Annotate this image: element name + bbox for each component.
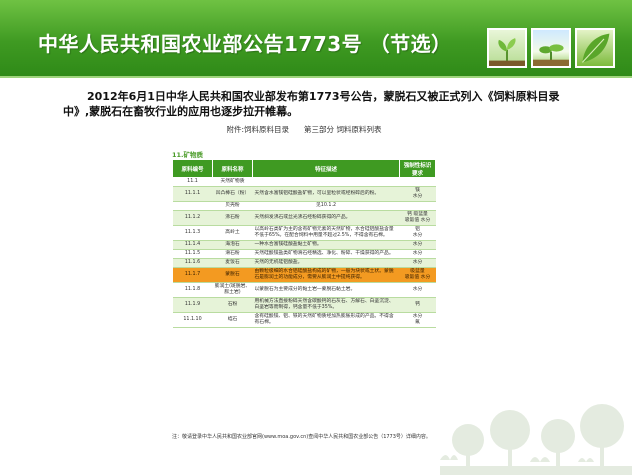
cell-requirement: 水分 氟 xyxy=(399,312,436,328)
cell-name: 蛭石 xyxy=(212,312,253,328)
cell-name: 海泡石 xyxy=(212,240,253,250)
cell-description: 天然硅酸镁盐类矿物滑石经精选、净化、粉碎、干燥获得的产品。 xyxy=(252,249,400,259)
cell-code xyxy=(172,201,213,211)
cell-code: 11.1.2 xyxy=(172,210,213,226)
cell-code: 11.1.10 xyxy=(172,312,213,328)
table-row: 11.1.3 高岭土 以高岭石类矿为主的含有矿物元素的天然矿物，水合硅铝酸盐含量不低… xyxy=(172,225,436,241)
table-row: 11.1.4 海泡石 一种水合富镁硅酸盐黏土矿物。 水分 xyxy=(172,240,436,250)
cell-name: 蒙脱石 xyxy=(212,267,253,283)
table-row: 贝壳粉 见10.1.2 xyxy=(172,201,436,211)
page-title: 中华人民共和国农业部公告1773号 （节选） xyxy=(38,32,452,56)
cell-requirement: 吸蓝量 吸氨值 水分 xyxy=(399,267,436,283)
cell-description: 见10.1.2 xyxy=(252,201,400,211)
document-heading: 附件:饲料原料目录 第三部分 饲料原料列表 xyxy=(226,125,382,134)
intro-paragraph: 2012年6月1日中华人民共和国农业部发布第1773号公告，蒙脱石又被正式列入《… xyxy=(63,90,560,118)
cell-name: 沸石粉 xyxy=(212,210,253,226)
sprout-photo-icon xyxy=(487,28,527,68)
leaf-photo-icon xyxy=(575,28,615,68)
table-row: 11.1.5 滑石粉 天然硅酸镁盐类矿物滑石经精选、净化、粉碎、干燥获得的产品。 水分 xyxy=(172,249,436,259)
cell-description xyxy=(252,177,400,187)
cell-code: 11.1.1 xyxy=(172,186,213,202)
cell-requirement: 铝 水分 xyxy=(399,225,436,241)
cell-code: 11.1.9 xyxy=(172,297,213,313)
table-row: 11.1.1 凹凸棒石（粉） 天然含水富镁铝硅酸盐矿物，可以呈粒状或经粉碎后的粉。镁… xyxy=(172,186,436,202)
cell-name: 天然矿物质 xyxy=(212,177,253,187)
cell-description: 用机械方法直接粉碎天然含碳酸钙的石灰石、方解石、白垩沉淀、白垩岩等而制得，钙含量… xyxy=(252,297,400,313)
table-header-row: 原料编号 原料名称 特征描述 强制性标识要求 xyxy=(172,159,436,178)
cell-description: 天然含水富镁铝硅酸盐矿物，可以呈粒状或经粉碎后的粉。 xyxy=(252,186,400,202)
seedling-photo-icon xyxy=(531,28,571,68)
table-row: 11.1.2 沸石粉 天然斜发沸石或丝光沸石经粉碎获得的产品。钙 吸蓝量 吸氨值 水… xyxy=(172,210,436,226)
cell-code: 11.1 xyxy=(172,177,213,187)
cell-code: 11.1.4 xyxy=(172,240,213,250)
cell-code: 11.1.3 xyxy=(172,225,213,241)
table-row: 11.1.8 膨润土(斑脱岩、膨土岩) 以蒙脱石为主要成分的黏土岩一蒙脱石黏土岩。水… xyxy=(172,282,436,298)
cell-description: 以高岭石类矿为主的含有矿物元素的天然矿物，水合硅铝酸盐含量不低于65%。在配合饲… xyxy=(252,225,400,241)
table-row: 11.1.10 蛭石 含有硅酸镁、铝、铁的天然矿物质经加热膨胀形成的产品。不得含有石… xyxy=(172,312,436,328)
cell-requirement: 钙 吸蓝量 吸氨值 水分 xyxy=(399,210,436,226)
cell-requirement: 钙 xyxy=(399,297,436,313)
cell-code: 11.1.6 xyxy=(172,258,213,268)
cell-description: 一种水合富镁硅酸盐黏土矿物。 xyxy=(252,240,400,250)
cell-code: 11.1.5 xyxy=(172,249,213,259)
cell-requirement: 水分 xyxy=(399,282,436,298)
document-image: 附件:饲料原料目录 第三部分 饲料原料列表 11.矿物质 原料编号 原料名称 特… xyxy=(166,121,442,462)
cell-name: 麦饭石 xyxy=(212,258,253,268)
cell-description: 以蒙脱石为主要成分的黏土岩一蒙脱石黏土岩。 xyxy=(252,282,400,298)
cell-requirement: 水分 xyxy=(399,249,436,259)
cell-name: 高岭土 xyxy=(212,225,253,241)
table-row: 11.1.6 麦饭石 天然的无机硅铝酸盐。 水分 xyxy=(172,258,436,268)
column-header-requirement: 强制性标识要求 xyxy=(399,159,436,178)
cell-code: 11.1.8 xyxy=(172,282,213,298)
table-row: 11.1 天然矿物质 xyxy=(172,177,436,187)
document-note: 注：敬请登录中华人民共和国农业部官网(www.moa.gov.cn)查阅中华人民… xyxy=(172,434,431,440)
cell-code: 11.1.7 xyxy=(172,267,213,283)
cell-name: 凹凸棒石（粉） xyxy=(212,186,253,202)
table-row: 11.1.9 石粉 用机械方法直接粉碎天然含碳酸钙的石灰石、方解石、白垩沉淀、白垩岩… xyxy=(172,297,436,313)
cell-name: 石粉 xyxy=(212,297,253,313)
cell-description: 天然的无机硅铝酸盐。 xyxy=(252,258,400,268)
header-banner: 中华人民共和国农业部公告1773号 （节选） xyxy=(0,0,632,78)
cell-description: 由颗粒极细的水合铝硅酸盐构成的矿物，一般为块状或土状。蒙脱石是膨润土的功能成分，… xyxy=(252,267,400,283)
column-header-name: 原料名称 xyxy=(212,159,253,178)
column-header-code: 原料编号 xyxy=(172,159,213,178)
tree-silhouette-decoration xyxy=(440,400,632,475)
table-row-highlighted: 11.1.7 蒙脱石 由颗粒极细的水合铝硅酸盐构成的矿物，一般为块状或土状。蒙脱石是… xyxy=(172,267,436,283)
minerals-table: 原料编号 原料名称 特征描述 强制性标识要求 11.1 天然矿物质 11.1.1 凹凸… xyxy=(172,159,436,328)
cell-requirement: 水分 xyxy=(399,258,436,268)
document-section-title: 11.矿物质 xyxy=(172,151,204,159)
cell-name: 滑石粉 xyxy=(212,249,253,259)
cell-requirement xyxy=(399,177,436,187)
column-header-description: 特征描述 xyxy=(252,159,400,178)
table-body: 11.1 天然矿物质 11.1.1 凹凸棒石（粉） 天然含水富镁铝硅酸盐矿物，可以呈粒状… xyxy=(172,177,436,328)
cell-description: 含有硅酸镁、铝、铁的天然矿物质经加热膨胀形成的产品。不得含有石棉。 xyxy=(252,312,400,328)
cell-name: 膨润土(斑脱岩、膨土岩) xyxy=(212,282,253,298)
cell-requirement xyxy=(399,201,436,211)
cell-requirement: 水分 xyxy=(399,240,436,250)
cell-name: 贝壳粉 xyxy=(212,201,253,211)
cell-description: 天然斜发沸石或丝光沸石经粉碎获得的产品。 xyxy=(252,210,400,226)
cell-requirement: 镁 水分 xyxy=(399,186,436,202)
